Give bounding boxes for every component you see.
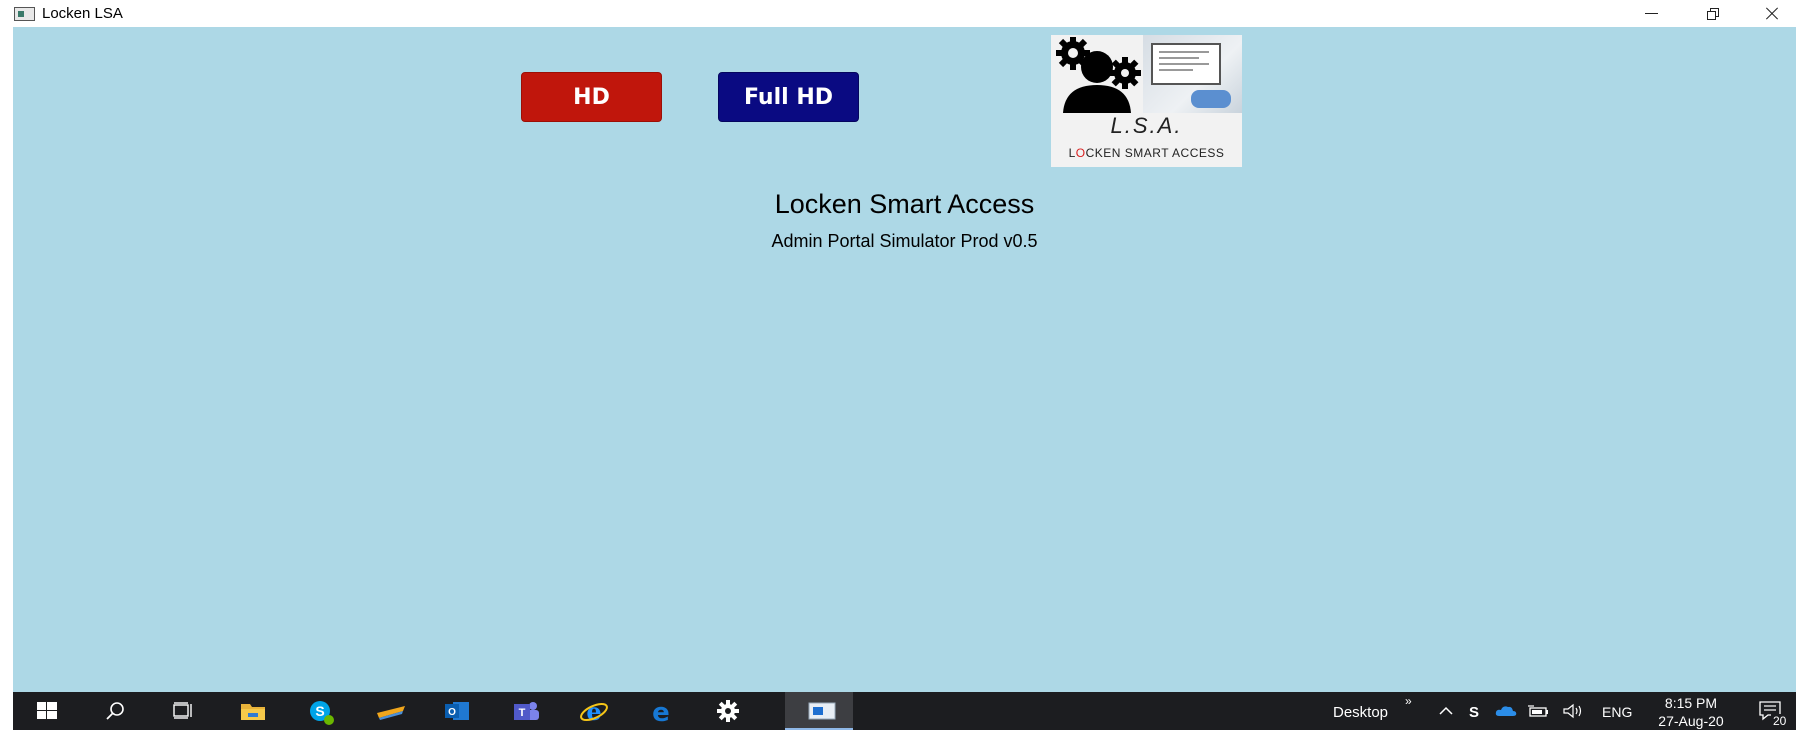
- clock-time[interactable]: 8:15 PM: [1651, 695, 1731, 711]
- svg-text:S: S: [315, 703, 324, 719]
- desktop-toolbar-label[interactable]: Desktop: [1333, 704, 1388, 721]
- svg-text:S: S: [1469, 704, 1479, 720]
- page-title: Locken Smart Access: [774, 189, 1035, 219]
- main-content: HD Full HD L.S.A. LOCKEN SMART ACCESS Lo…: [13, 27, 1796, 692]
- sync-app-icon[interactable]: S: [1466, 702, 1482, 720]
- app-button[interactable]: [353, 692, 421, 730]
- task-view-button[interactable]: [149, 692, 217, 730]
- minimize-icon: [1645, 13, 1658, 14]
- start-button[interactable]: [13, 692, 81, 730]
- settings-button[interactable]: [693, 692, 761, 730]
- internet-explorer-button[interactable]: e: [557, 692, 625, 730]
- restore-button[interactable]: [1686, 0, 1742, 27]
- file-explorer-button[interactable]: [217, 692, 285, 730]
- task-view-icon: [173, 702, 192, 719]
- svg-text:e: e: [652, 699, 670, 725]
- search-icon: [106, 702, 124, 720]
- internet-explorer-icon: e: [580, 699, 608, 725]
- logo-abbrev: L.S.A.: [1110, 113, 1183, 138]
- title-bar[interactable]: Locken LSA: [0, 0, 1796, 27]
- edge-icon: e: [652, 699, 670, 725]
- close-button[interactable]: [1742, 0, 1796, 27]
- hd-button[interactable]: HD: [521, 72, 662, 122]
- edge-button[interactable]: e: [625, 692, 693, 730]
- locken-lsa-taskbar-button[interactable]: [785, 692, 853, 730]
- outlook-icon: O: [445, 702, 469, 720]
- user-gears-icon: [1056, 37, 1141, 113]
- teams-button[interactable]: T: [489, 692, 557, 730]
- battery-icon[interactable]: [1526, 702, 1550, 720]
- show-hidden-icons-icon[interactable]: [1437, 702, 1455, 720]
- logo-subtitle: LOCKEN SMART ACCESS: [1068, 146, 1225, 160]
- minimize-button[interactable]: [1624, 0, 1680, 27]
- outlook-button[interactable]: O: [421, 692, 489, 730]
- volume-icon[interactable]: [1561, 702, 1585, 720]
- desktop-toolbar-chevron[interactable]: »: [1405, 694, 1412, 708]
- svg-text:e: e: [586, 699, 601, 725]
- svg-text:O: O: [448, 707, 456, 718]
- restore-icon: [1707, 11, 1716, 20]
- window-app-icon: [14, 7, 35, 21]
- full-hd-button[interactable]: Full HD: [718, 72, 859, 122]
- search-button[interactable]: [81, 692, 149, 730]
- app-icon: [377, 706, 405, 720]
- language-indicator[interactable]: ENG: [1602, 704, 1632, 720]
- svg-text:T: T: [519, 707, 526, 719]
- taskbar: S O T e e Desktop » S ENG 8:15 PM 27-Aug…: [13, 692, 1796, 730]
- teams-icon: T: [514, 702, 539, 720]
- skype-icon: S: [310, 701, 334, 725]
- file-explorer-icon: [241, 704, 265, 720]
- skype-button[interactable]: S: [285, 692, 353, 730]
- laptop-icon: [1151, 43, 1221, 85]
- hand-icon: [1191, 90, 1231, 108]
- onedrive-icon[interactable]: [1494, 702, 1518, 720]
- window-title: Locken LSA: [42, 5, 123, 22]
- notification-count-badge: 20: [1771, 714, 1789, 728]
- locken-lsa-taskbar-icon: [808, 702, 836, 720]
- page-subtitle: Admin Portal Simulator Prod v0.5: [771, 231, 1038, 251]
- lsa-logo: L.S.A. LOCKEN SMART ACCESS: [1051, 35, 1242, 167]
- app-window: Locken LSA HD Full HD L.S.A. LOCKEN SMAR…: [0, 0, 1796, 730]
- clock-date[interactable]: 27-Aug-20: [1649, 713, 1733, 729]
- start-icon: [37, 702, 57, 719]
- settings-icon: [717, 700, 739, 722]
